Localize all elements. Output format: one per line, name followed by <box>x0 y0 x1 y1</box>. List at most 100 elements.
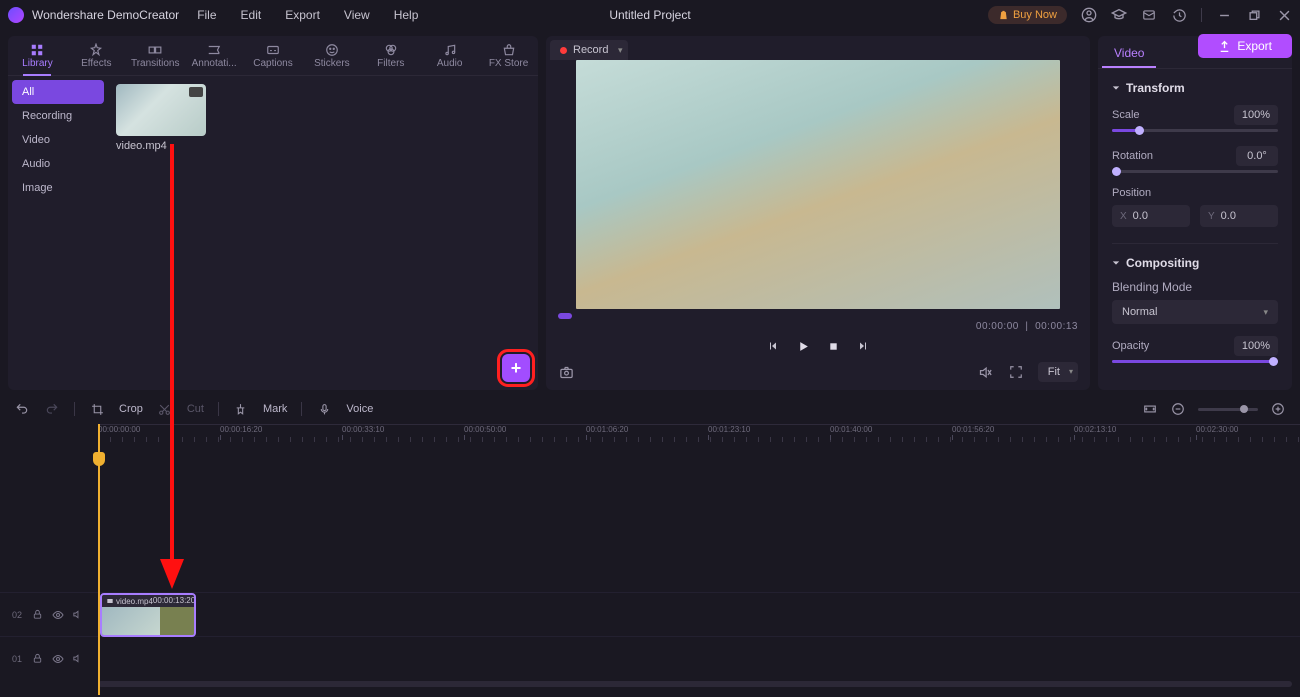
timeline-ruler[interactable]: 00:00:00:0000:00:16:2000:00:33:1000:00:5… <box>98 424 1300 442</box>
record-button[interactable]: Record ▾ <box>550 40 628 60</box>
tab-transitions[interactable]: Transitions <box>131 36 180 75</box>
plus-icon: + <box>511 359 522 377</box>
window-minimize-icon[interactable] <box>1216 7 1232 23</box>
history-icon[interactable] <box>1171 7 1187 23</box>
fullscreen-button[interactable] <box>1008 364 1024 380</box>
cut-button[interactable] <box>157 401 173 417</box>
zoom-in-button[interactable] <box>1270 401 1286 417</box>
tab-stickers[interactable]: Stickers <box>314 36 350 75</box>
progress-thumb[interactable] <box>558 313 572 319</box>
add-media-button[interactable]: + <box>502 354 530 382</box>
buy-now-button[interactable]: Buy Now <box>988 6 1067 24</box>
export-label: Export <box>1237 39 1272 53</box>
sidebar-item-all[interactable]: All <box>12 80 104 104</box>
tab-captions[interactable]: Captions <box>253 36 292 75</box>
buy-now-label: Buy Now <box>1013 9 1057 21</box>
visibility-icon[interactable] <box>52 609 64 621</box>
stop-button[interactable] <box>825 338 841 354</box>
sidebar-item-audio[interactable]: Audio <box>12 152 104 176</box>
zoom-out-button[interactable] <box>1170 401 1186 417</box>
ruler-tick: 00:02:30:00 <box>1196 425 1238 434</box>
menu-edit[interactable]: Edit <box>241 8 262 22</box>
media-clip[interactable]: video.mp4 <box>116 84 206 152</box>
snapshot-button[interactable] <box>558 364 574 380</box>
chevron-down-icon: ▾ <box>1069 367 1073 376</box>
sidebar-item-video[interactable]: Video <box>12 128 104 152</box>
opacity-slider[interactable] <box>1112 360 1278 363</box>
timeline-panel: 00:00:00:0000:00:16:2000:00:33:1000:00:5… <box>0 424 1300 695</box>
opacity-label: Opacity <box>1112 340 1149 352</box>
sidebar-item-image[interactable]: Image <box>12 176 104 200</box>
ruler-tick: 00:01:23:10 <box>708 425 750 434</box>
library-sidebar: All Recording Video Audio Image <box>8 76 108 390</box>
rotation-slider[interactable] <box>1112 170 1278 173</box>
caret-down-icon <box>1112 259 1120 267</box>
caret-down-icon <box>1112 84 1120 92</box>
crop-button[interactable] <box>89 401 105 417</box>
position-x-input[interactable]: X0.0 <box>1112 205 1190 227</box>
section-transform[interactable]: Transform <box>1112 81 1278 95</box>
mark-label: Mark <box>263 403 287 415</box>
opacity-value[interactable]: 100% <box>1234 336 1278 356</box>
mark-button[interactable] <box>233 401 249 417</box>
timeline-clip[interactable]: video.mp4 00:00:13:20 <box>100 593 196 637</box>
voice-button[interactable] <box>316 401 332 417</box>
visibility-icon[interactable] <box>52 653 64 665</box>
mute-icon[interactable] <box>72 653 84 665</box>
app-name: Wondershare DemoCreator <box>32 8 179 22</box>
video-preview[interactable] <box>576 60 1060 309</box>
tab-library[interactable]: Library <box>22 36 53 75</box>
ruler-tick: 00:00:33:10 <box>342 425 384 434</box>
lock-icon[interactable] <box>32 653 44 665</box>
library-tabs: Library Effects Transitions Annotati... … <box>8 36 538 76</box>
ruler-tick: 00:01:40:00 <box>830 425 872 434</box>
zoom-slider[interactable] <box>1198 408 1258 411</box>
section-compositing[interactable]: Compositing <box>1112 256 1278 270</box>
lock-icon[interactable] <box>32 609 44 621</box>
mute-icon[interactable] <box>72 609 84 621</box>
chevron-down-icon: ▾ <box>618 45 623 56</box>
window-close-icon[interactable] <box>1276 7 1292 23</box>
rotation-label: Rotation <box>1112 150 1153 162</box>
rotation-value[interactable]: 0.0° <box>1236 146 1278 166</box>
timeline-track-2: 02 video.mp4 00:00:13:20 <box>0 592 1300 636</box>
account-icon[interactable] <box>1081 7 1097 23</box>
menu-file[interactable]: File <box>197 8 216 22</box>
menu-help[interactable]: Help <box>394 8 419 22</box>
tab-annotations[interactable]: Annotati... <box>192 36 237 75</box>
scale-label: Scale <box>1112 109 1140 121</box>
playhead-handle[interactable] <box>93 452 105 466</box>
clip-thumbnail <box>116 84 206 136</box>
zoom-fit-select[interactable]: Fit ▾ <box>1038 362 1078 382</box>
play-button[interactable] <box>795 338 811 354</box>
sidebar-item-recording[interactable]: Recording <box>12 104 104 128</box>
volume-button[interactable] <box>978 364 994 380</box>
next-frame-button[interactable] <box>855 338 871 354</box>
crop-label: Crop <box>119 403 143 415</box>
scale-slider[interactable] <box>1112 129 1278 132</box>
position-y-input[interactable]: Y0.0 <box>1200 205 1278 227</box>
message-icon[interactable] <box>1141 7 1157 23</box>
undo-button[interactable] <box>14 401 30 417</box>
ruler-tick: 00:01:56:20 <box>952 425 994 434</box>
prev-frame-button[interactable] <box>765 338 781 354</box>
tab-filters[interactable]: Filters <box>377 36 404 75</box>
scale-value[interactable]: 100% <box>1234 105 1278 125</box>
export-button[interactable]: Export <box>1198 34 1292 58</box>
blending-mode-label: Blending Mode <box>1112 280 1278 294</box>
blending-mode-select[interactable]: Normal ▾ <box>1112 300 1278 324</box>
education-icon[interactable] <box>1111 7 1127 23</box>
timeline-scrollbar[interactable] <box>98 681 1292 687</box>
fit-timeline-button[interactable] <box>1142 401 1158 417</box>
tab-audio[interactable]: Audio <box>437 36 463 75</box>
playhead[interactable] <box>98 424 100 695</box>
menu-view[interactable]: View <box>344 8 370 22</box>
redo-button[interactable] <box>44 401 60 417</box>
tab-effects[interactable]: Effects <box>81 36 111 75</box>
timeline-track-1: 01 <box>0 636 1300 680</box>
window-maximize-icon[interactable] <box>1246 7 1262 23</box>
library-panel: Library Effects Transitions Annotati... … <box>8 36 538 390</box>
menu-export[interactable]: Export <box>285 8 320 22</box>
tab-fxstore[interactable]: FX Store <box>489 36 528 75</box>
preview-progress[interactable] <box>554 313 1082 319</box>
